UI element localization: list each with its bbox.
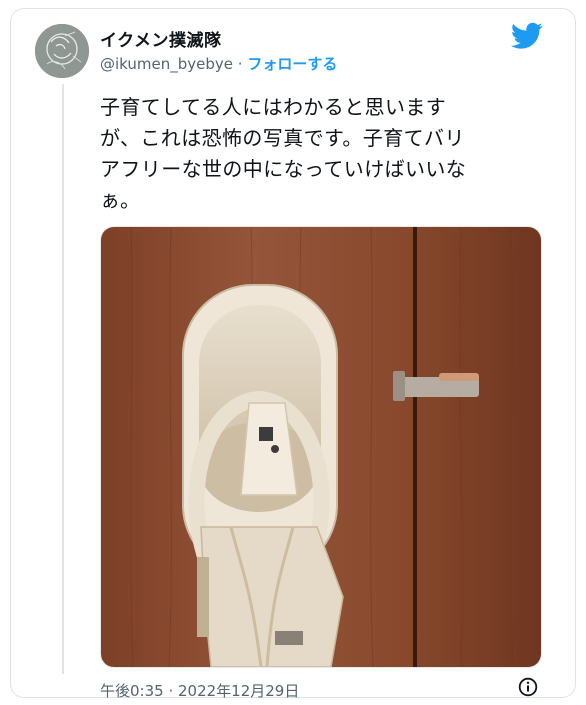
twitter-bird-icon[interactable]	[511, 22, 543, 50]
handle-row: @ikumen_byebye · フォローする	[100, 53, 337, 74]
info-icon[interactable]	[518, 677, 538, 697]
display-name[interactable]: イクメン撲滅隊	[100, 26, 221, 51]
follow-button[interactable]: フォローする	[247, 55, 337, 73]
tweet-text: 子育てしてる人にはわかると思います が、これは恐怖の写真です。子育てバリ アフリ…	[100, 95, 467, 212]
handle[interactable]: @ikumen_byebye	[100, 55, 233, 73]
thread-line	[62, 84, 64, 674]
separator: ·	[237, 55, 243, 73]
avatar[interactable]	[35, 24, 89, 78]
timestamp[interactable]: 午後0:35 · 2022年12月29日	[100, 680, 299, 701]
tweet-photo[interactable]	[100, 226, 542, 668]
